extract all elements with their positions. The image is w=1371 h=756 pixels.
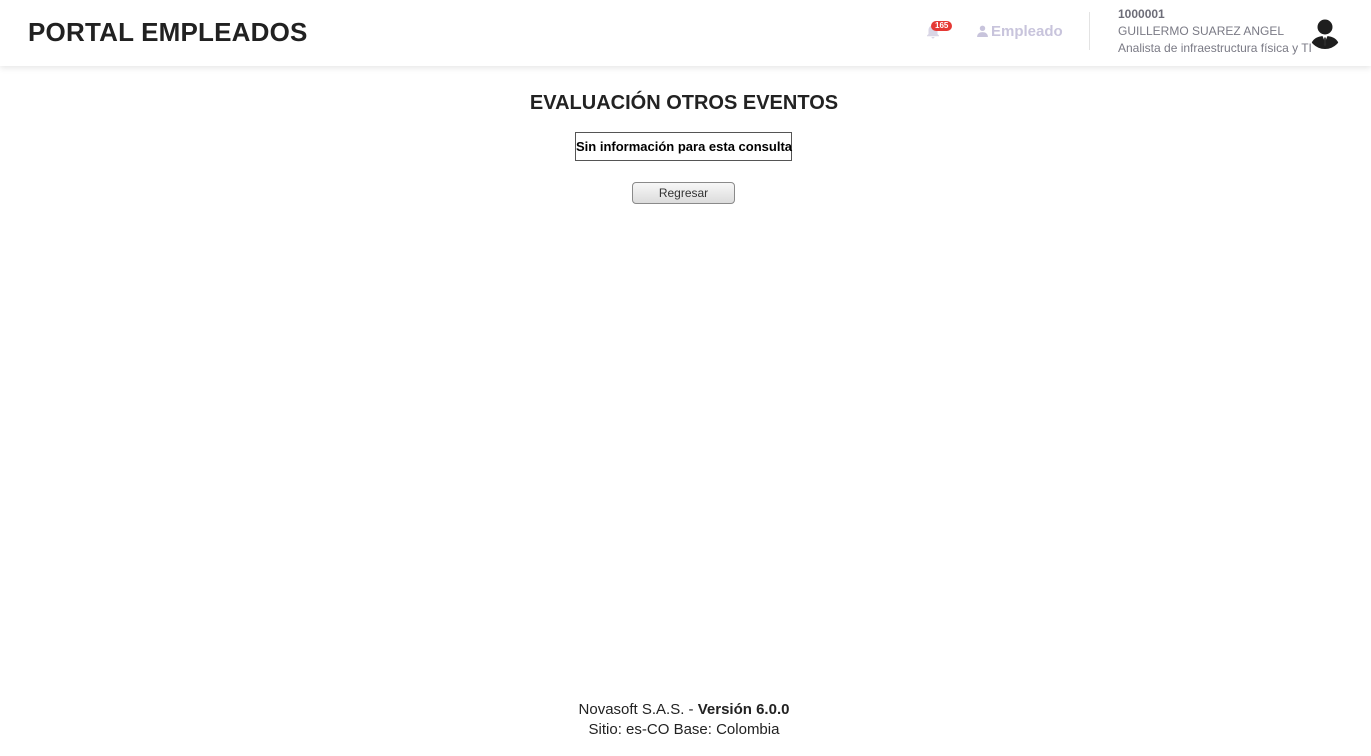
notification-count-badge: 165: [931, 21, 953, 31]
page-title: EVALUACIÓN OTROS EVENTOS: [529, 92, 839, 114]
footer-site: Sitio: es-CO Base: Colombia: [588, 721, 780, 738]
back-button[interactable]: Regresar: [632, 182, 735, 204]
user-name: GUILLERMO SUAREZ ANGEL: [1118, 24, 1285, 38]
top-navbar: PORTAL EMPLEADOS 165 Empleado 1000001 GU…: [0, 0, 1371, 66]
avatar-silhouette-icon: [1310, 19, 1340, 49]
avatar[interactable]: [1308, 15, 1342, 49]
footer-version: Versión 6.0.0: [697, 701, 790, 718]
user-info[interactable]: 1000001 GUILLERMO SUAREZ ANGEL Analista …: [1118, 6, 1312, 57]
user-icon: [977, 25, 988, 37]
footer-version-line: Novasoft S.A.S. - Versión 6.0.0: [0, 700, 1368, 720]
header-divider: [1089, 12, 1090, 50]
user-position: Analista de infraestructura física y TI: [1118, 41, 1312, 55]
brand-title[interactable]: PORTAL EMPLEADOS: [28, 17, 308, 48]
role-menu[interactable]: Empleado: [976, 22, 1063, 40]
footer-company: Novasoft S.A.S. -: [578, 701, 694, 718]
footer: Novasoft S.A.S. - Versión 6.0.0 Sitio: e…: [0, 700, 1368, 740]
role-label: Empleado: [991, 22, 1063, 40]
user-id: 1000001: [1118, 7, 1165, 21]
no-data-message: Sin información para esta consulta: [575, 132, 792, 161]
